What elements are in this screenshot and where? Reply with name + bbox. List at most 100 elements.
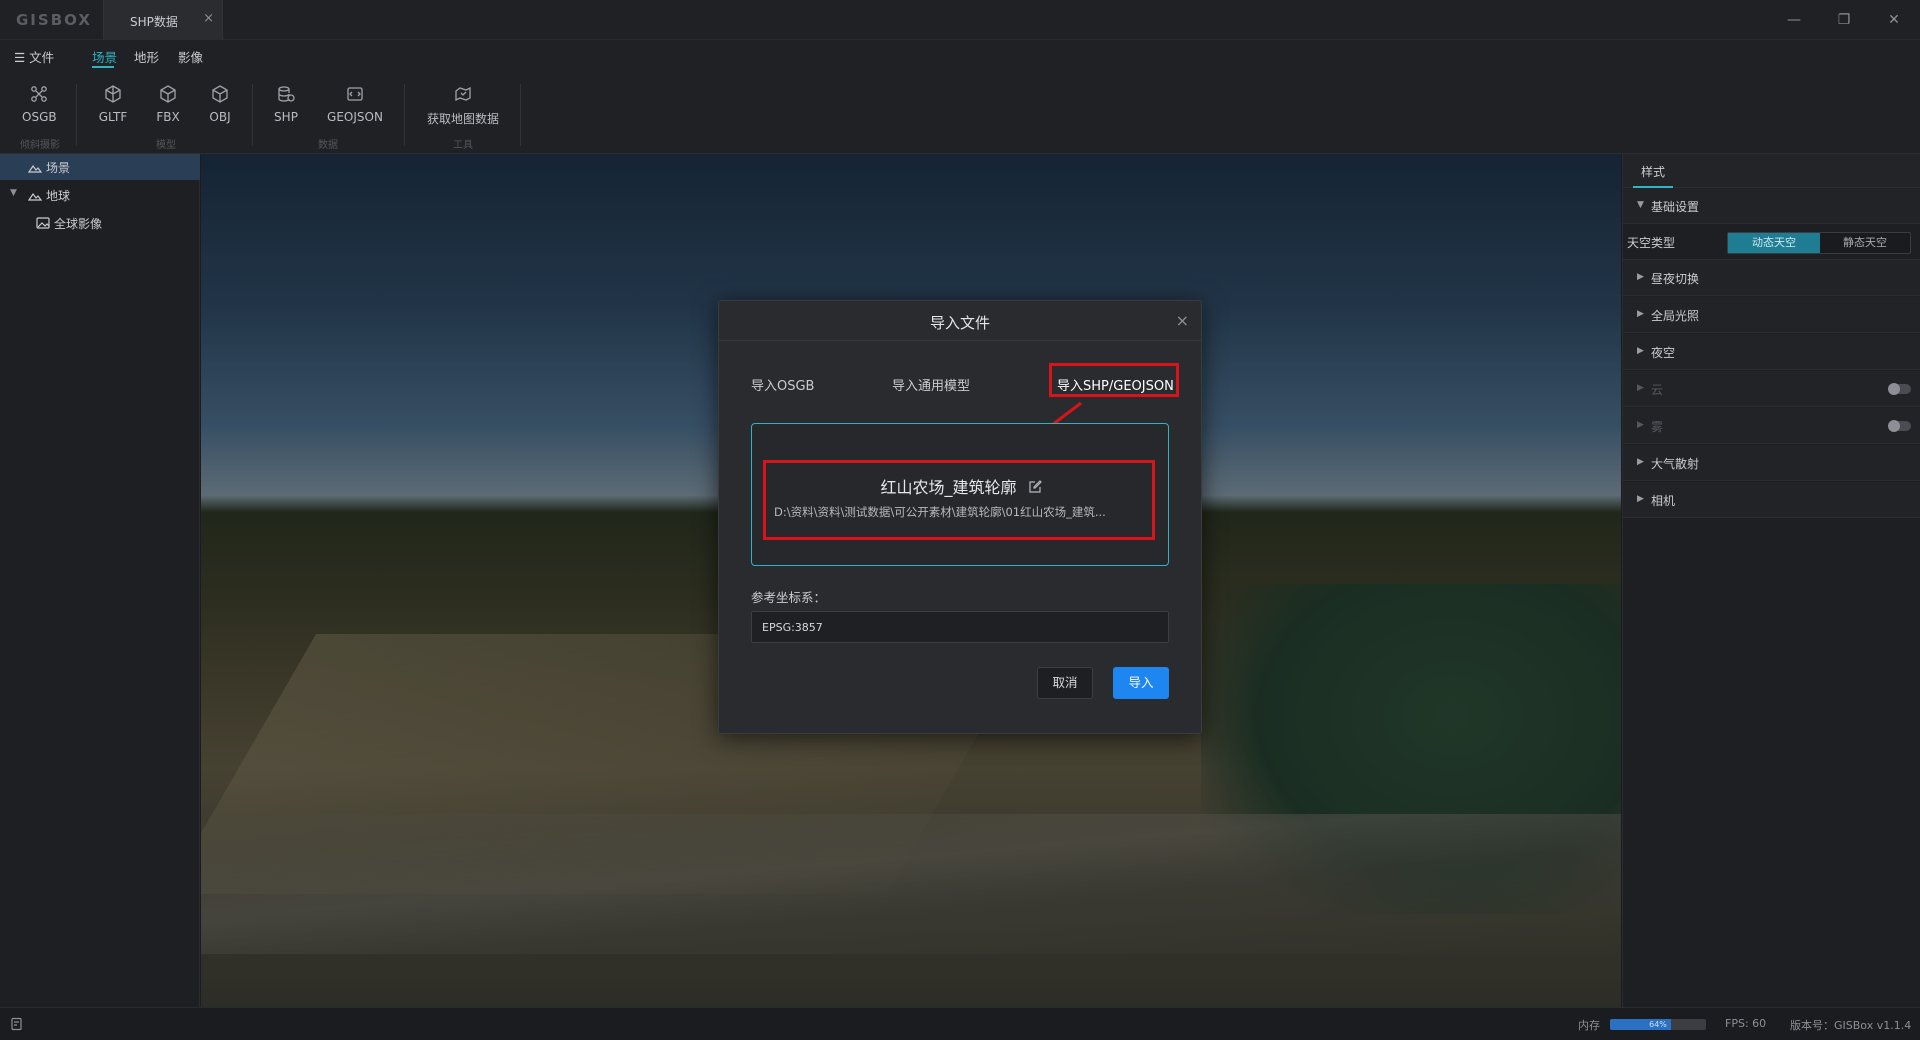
obj-label: OBJ (209, 110, 231, 124)
section-label: 云 (1651, 383, 1664, 397)
ribbon-separator (520, 84, 521, 146)
file-drop-zone[interactable]: 红山农场_建筑轮廓 D:\资料\资料\测试数据\可公开素材\建筑轮廓\01红山农… (751, 423, 1169, 566)
close-window-button[interactable]: ✕ (1882, 8, 1906, 32)
close-icon[interactable]: × (1176, 311, 1189, 330)
tab-scene[interactable]: 场景 (92, 47, 117, 66)
section-basic-settings[interactable]: ▼ 基础设置 (1623, 188, 1920, 224)
caret-right-icon: ▶ (1637, 494, 1644, 504)
edit-icon[interactable] (1028, 480, 1042, 494)
app-logo: GISBOX (16, 11, 92, 29)
tree-item-label: 场景 (46, 161, 71, 175)
section-fog[interactable]: ▶ 雾 (1623, 408, 1920, 444)
group-label-oblique: 倾斜摄影 (20, 140, 60, 151)
tab-terrain[interactable]: 地形 (134, 47, 159, 66)
memory-progress-bar: 64% (1610, 1019, 1706, 1030)
image-icon (36, 217, 50, 229)
sky-type-row: 天空类型 动态天空 静态天空 (1623, 224, 1920, 260)
section-atmosphere[interactable]: ▶ 大气散射 (1623, 445, 1920, 481)
tree-item-label: 全球影像 (54, 217, 103, 231)
caret-down-icon[interactable]: ▼ (10, 188, 17, 198)
map-data-icon (455, 86, 471, 102)
shp-icon (278, 86, 295, 102)
version-text: 版本号：GISBox v1.1.4 (1790, 1019, 1912, 1032)
caret-right-icon: ▶ (1637, 309, 1644, 319)
fbx-button[interactable]: FBX (154, 84, 182, 124)
status-bar: 内存 64% FPS: 60 版本号：GISBox v1.1.4 (0, 1007, 1920, 1040)
shp-label: SHP (274, 110, 298, 124)
section-cloud[interactable]: ▶ 云 (1623, 371, 1920, 407)
annotation-box-tab (1049, 363, 1179, 397)
section-global-lighting[interactable]: ▶ 全局光照 (1623, 297, 1920, 333)
geojson-button[interactable]: GEOJSON (326, 84, 384, 124)
log-icon[interactable] (10, 1017, 24, 1031)
caret-right-icon: ▶ (1637, 420, 1644, 430)
caret-right-icon: ▶ (1637, 457, 1644, 467)
crs-input[interactable] (751, 611, 1169, 643)
ribbon-separator (404, 84, 405, 146)
osgb-label: OSGB (22, 110, 57, 124)
scene-tree-panel: 场景 ▼ 地球 全球影像 (0, 154, 200, 1007)
section-day-night[interactable]: ▶ 昼夜切换 (1623, 260, 1920, 296)
osgb-icon (31, 86, 47, 102)
section-night-sky[interactable]: ▶ 夜空 (1623, 334, 1920, 370)
cancel-button[interactable]: 取消 (1037, 667, 1093, 699)
tree-item-earth[interactable]: ▼ 地球 (0, 182, 200, 208)
tree-item-label: 地球 (46, 189, 71, 203)
section-camera[interactable]: ▶ 相机 (1623, 482, 1920, 518)
sky-dynamic-option[interactable]: 动态天空 (1728, 233, 1820, 253)
style-panel: 样式 ▼ 基础设置 天空类型 动态天空 静态天空 ▶ 昼夜切换 ▶ 全局光照 ▶… (1622, 154, 1920, 1007)
title-bar: GISBOX SHP数据 × — ❐ ✕ (0, 0, 1920, 40)
shp-button[interactable]: SHP (272, 84, 300, 124)
ribbon-separator (76, 84, 77, 146)
obj-button[interactable]: OBJ (206, 84, 234, 124)
file-menu[interactable]: ☰ 文件 (14, 47, 54, 66)
fog-toggle[interactable] (1888, 420, 1911, 432)
import-button[interactable]: 导入 (1113, 667, 1169, 699)
caret-right-icon: ▶ (1637, 383, 1644, 393)
gltf-button[interactable]: GLTF (98, 84, 128, 124)
group-label-model: 模型 (156, 140, 176, 151)
minimize-button[interactable]: — (1782, 8, 1806, 32)
mountain-icon (28, 164, 42, 173)
osgb-button[interactable]: OSGB (22, 84, 57, 124)
tab-import-model[interactable]: 导入通用模型 (892, 375, 970, 394)
group-label-data: 数据 (318, 140, 338, 151)
document-tab[interactable]: SHP数据 × (103, 0, 223, 40)
ribbon-toolbar: OSGB GLTF FBX OBJ SHP GEOJSON 获取地图数据 倾斜摄… (0, 70, 1920, 154)
style-panel-tabs: 样式 (1623, 154, 1920, 188)
tab-import-osgb[interactable]: 导入OSGB (751, 375, 814, 394)
document-tab-label: SHP数据 (130, 15, 178, 29)
map-data-label: 获取地图数据 (426, 112, 499, 126)
tree-item-global-imagery[interactable]: 全球影像 (0, 210, 200, 236)
import-file-dialog: 导入文件 × 导入OSGB 导入通用模型 导入SHP/GEOJSON 红山农场_… (718, 300, 1202, 734)
restore-button[interactable]: ❐ (1832, 8, 1856, 32)
close-tab-icon[interactable]: × (203, 11, 214, 26)
get-map-data-button[interactable]: 获取地图数据 (424, 84, 502, 127)
file-path: D:\资料\资料\测试数据\可公开素材\建筑轮廓\01红山农场_建筑... (774, 505, 1106, 519)
cloud-toggle[interactable] (1888, 383, 1911, 395)
section-label: 夜空 (1651, 346, 1676, 360)
sky-type-label: 天空类型 (1627, 236, 1676, 250)
caret-down-icon: ▼ (1637, 200, 1644, 210)
gltf-label: GLTF (98, 110, 128, 124)
memory-label: 内存 (1578, 1019, 1600, 1032)
sky-type-segmented: 动态天空 静态天空 (1727, 232, 1911, 254)
section-label: 相机 (1651, 494, 1676, 508)
file-name: 红山农场_建筑轮廓 (880, 478, 1017, 497)
tab-imagery[interactable]: 影像 (178, 47, 203, 66)
sky-static-option[interactable]: 静态天空 (1820, 233, 1910, 253)
memory-percent-text: 64% (1649, 1020, 1667, 1029)
tab-style[interactable]: 样式 (1641, 163, 1665, 180)
obj-icon (212, 85, 228, 103)
caret-right-icon: ▶ (1637, 272, 1644, 282)
group-label-tools: 工具 (453, 140, 473, 151)
dialog-header: 导入文件 × (719, 301, 1201, 341)
dialog-title: 导入文件 (929, 314, 990, 332)
annotation-box-file (763, 460, 1155, 540)
fps-readout: FPS: 60 (1725, 1017, 1767, 1030)
menu-bar: ☰ 文件 场景 地形 影像 (0, 40, 1920, 70)
tree-item-scene[interactable]: 场景 (0, 154, 200, 180)
caret-right-icon: ▶ (1637, 346, 1644, 356)
selected-file: 红山农场_建筑轮廓 (752, 474, 1170, 498)
geojson-icon (347, 87, 363, 101)
